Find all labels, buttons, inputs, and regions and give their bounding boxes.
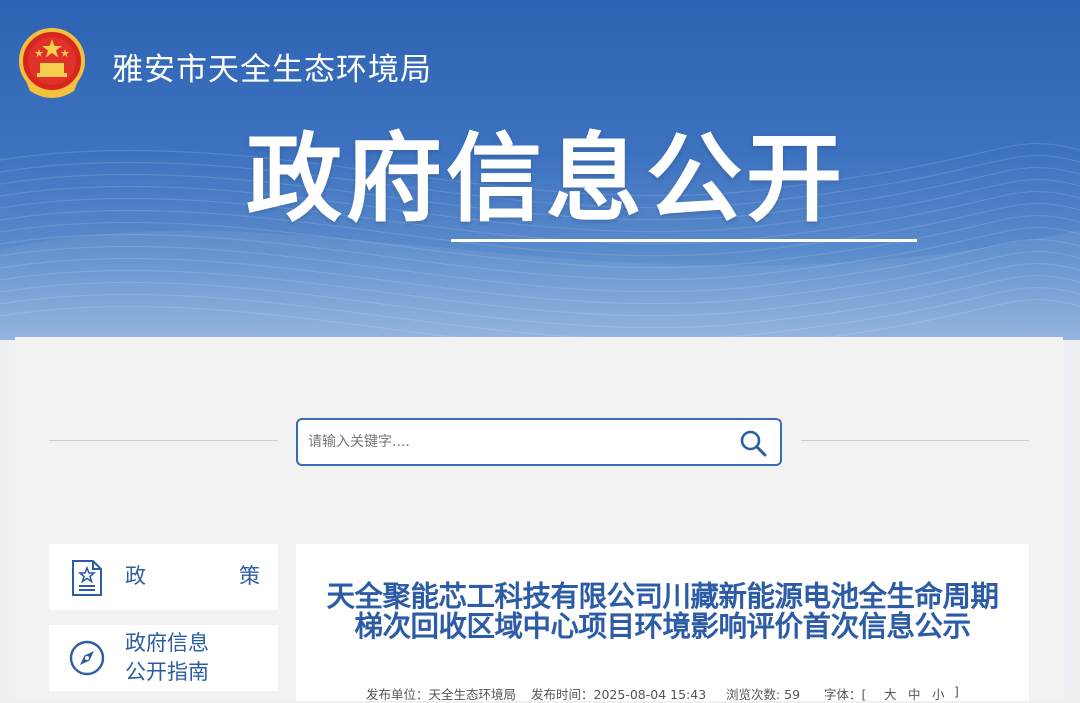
sidebar-item-label: 政府信息 — [125, 631, 209, 655]
compass-icon — [69, 640, 105, 676]
national-emblem-icon — [19, 28, 85, 98]
sidebar-item-guide[interactable]: 政府信息 公开指南 — [49, 625, 278, 691]
sidebar-item-label: 政 — [125, 564, 146, 588]
article-title: 天全聚能芯工科技有限公司川藏新能源电池全生命周期梯次回收区域中心项目环境影响评价… — [326, 580, 999, 643]
policy-document-icon — [72, 560, 102, 596]
search-divider-left — [49, 440, 278, 441]
agency-name: 雅安市天全生态环境局 — [112, 52, 432, 88]
search-bar — [296, 418, 782, 466]
article-card: 天全聚能芯工科技有限公司川藏新能源电池全生命周期梯次回收区域中心项目环境影响评价… — [296, 544, 1029, 703]
header-banner: 雅安市天全生态环境局 政府信息公开 — [0, 0, 1080, 340]
sidebar-item-label: 公开指南 — [125, 660, 209, 684]
view-count: 浏览次数: 59 — [726, 687, 801, 702]
search-divider-right — [801, 440, 1029, 441]
title-underline — [451, 239, 917, 242]
publisher: 发布单位：天全生态环境局 — [366, 687, 517, 702]
font-size-bracket: ] — [954, 684, 959, 699]
publish-time: 发布时间：2025-08-04 15:43 — [531, 687, 707, 702]
font-size-small-button[interactable]: 小 — [932, 684, 945, 703]
font-size-label: 字体：[ — [824, 687, 867, 702]
font-size-large-button[interactable]: 大 — [884, 684, 897, 703]
search-input[interactable] — [308, 430, 728, 454]
search-icon[interactable] — [738, 428, 768, 458]
sidebar-item-policy[interactable]: 政 策 — [49, 544, 278, 610]
font-size-medium-button[interactable]: 中 — [908, 684, 921, 703]
page-title: 政府信息公开 — [246, 123, 846, 235]
sidebar-item-label: 策 — [239, 564, 260, 588]
